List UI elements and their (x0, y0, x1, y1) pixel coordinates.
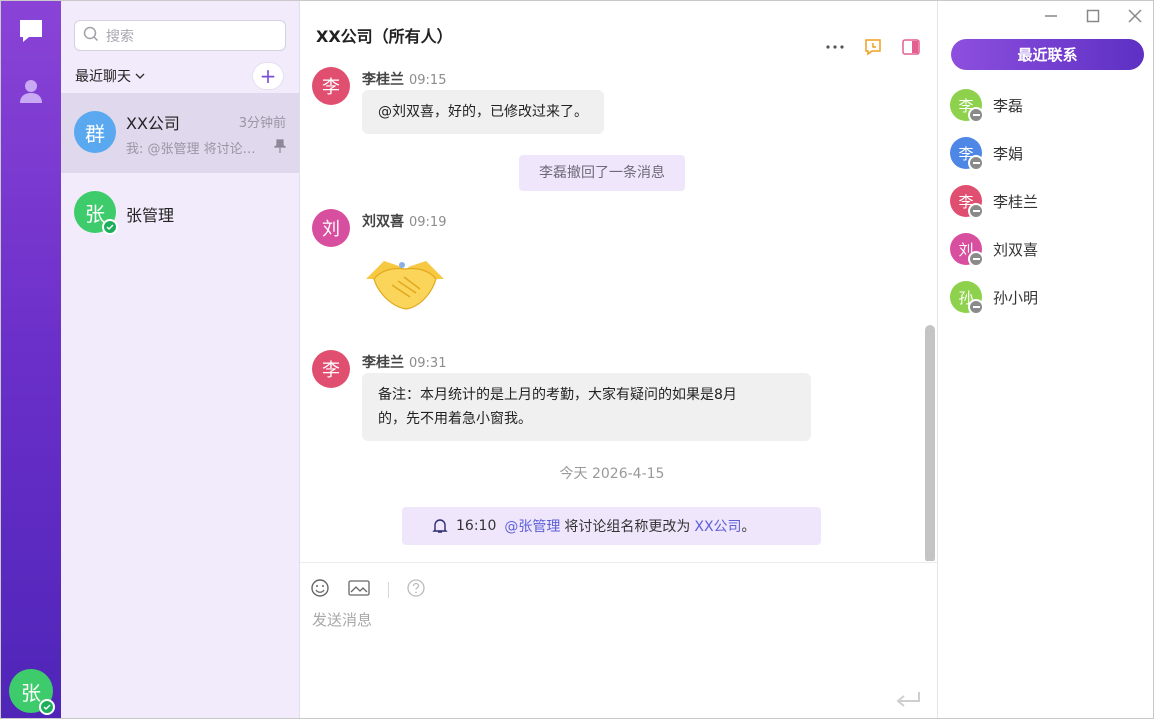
contact-name: 李娟 (993, 145, 1024, 163)
contact-item[interactable]: 李 李桂兰 (950, 185, 1140, 221)
user-avatar: 张 (74, 191, 118, 235)
notice-action: 将讨论组名称更改为 (564, 519, 691, 535)
avatar-text: 刘 (322, 219, 340, 240)
group-avatar: 群 (74, 111, 116, 153)
conversation-list: 搜索 最近聊天 + 群 XX公司 3分钟前 我: @张管理 将讨论组名称更改为 … (61, 1, 300, 718)
side-panel-icon[interactable] (901, 37, 921, 57)
message-line: 备注：本月统计的是上月的考勤，大家有疑问的如果是8月 (378, 387, 737, 403)
sender-name: 刘双喜 (362, 214, 404, 230)
avatar-text: 群 (85, 121, 105, 146)
app-window: 张 搜索 最近聊天 + 群 XX公司 3分钟前 我: @张管理 将讨论组名称更改… (0, 0, 1154, 719)
close-icon[interactable] (1128, 9, 1142, 27)
contact-item[interactable]: 李 李磊 (950, 89, 1140, 125)
busy-status-icon (968, 155, 984, 171)
online-check-icon (102, 219, 118, 235)
add-chat-button[interactable]: + (252, 62, 284, 90)
chat-bubble-icon[interactable] (17, 17, 45, 45)
message-bubble[interactable]: 备注：本月统计的是上月的考勤，大家有疑问的如果是8月 的，先不用着急小窗我。 (362, 373, 811, 441)
chat-toolbar (825, 37, 921, 57)
conversation-name: 张管理 (126, 206, 175, 225)
online-check-icon (39, 699, 55, 715)
search-box[interactable]: 搜索 (74, 20, 286, 51)
sender-avatar[interactable]: 李 (312, 67, 350, 105)
contact-item[interactable]: 李 李娟 (950, 137, 1140, 173)
contact-name: 孙小明 (993, 289, 1039, 307)
recent-chats-dropdown[interactable]: 最近聊天 (75, 66, 145, 86)
plus-icon: + (259, 64, 277, 88)
image-icon[interactable] (348, 579, 370, 601)
message-line: 的，先不用着急小窗我。 (378, 411, 532, 427)
busy-status-icon (968, 107, 984, 123)
nav-rail: 张 (1, 1, 61, 718)
contact-item[interactable]: 刘 刘双喜 (950, 233, 1140, 269)
date-divider: 今天 2026-4-15 (559, 466, 665, 482)
search-input[interactable]: 搜索 (106, 26, 134, 46)
group-notice: 16:10 @张管理 将讨论组名称更改为 XX公司。 (402, 507, 821, 545)
conversation-preview: 我: @张管理 将讨论组名称更改为 XX公司。 (126, 142, 266, 157)
conversation-item[interactable]: 群 XX公司 3分钟前 我: @张管理 将讨论组名称更改为 XX公司。 (61, 93, 299, 173)
search-icon (83, 26, 99, 46)
contact-name: 李磊 (993, 97, 1024, 115)
conversation-item[interactable]: 张 张管理 (61, 173, 299, 253)
minimize-icon[interactable] (1044, 9, 1058, 27)
history-icon[interactable] (863, 37, 883, 57)
chat-panel: XX公司（所有人） 李 李桂兰 09:15 @刘双喜，好的，已修改过来了。 李磊撤… (300, 1, 937, 718)
message-time: 09:15 (409, 73, 447, 88)
conversation-name: XX公司 (126, 114, 180, 133)
message-meta: 李桂兰 09:15 (362, 69, 446, 89)
contact-name: 李桂兰 (993, 193, 1039, 211)
composer-toolbar (310, 578, 425, 602)
toolbar-divider (388, 582, 389, 598)
sender-name: 李桂兰 (362, 355, 404, 371)
busy-status-icon (968, 299, 984, 315)
help-icon[interactable] (407, 579, 425, 601)
avatar-text: 李 (322, 360, 340, 381)
system-message: 李磊撤回了一条消息 (519, 155, 685, 191)
chat-title: XX公司（所有人） (316, 27, 453, 46)
notice-time: 16:10 (456, 518, 497, 534)
maximize-icon[interactable] (1086, 9, 1100, 27)
message-bubble[interactable]: @刘双喜，好的，已修改过来了。 (362, 90, 604, 134)
notice-mention[interactable]: @张管理 (504, 516, 560, 536)
sender-avatar[interactable]: 刘 (312, 209, 350, 247)
composer: 发送消息 (300, 562, 937, 718)
more-icon[interactable] (825, 37, 845, 57)
handshake-sticker[interactable] (362, 249, 448, 323)
busy-status-icon (968, 251, 984, 267)
send-enter-icon[interactable] (895, 691, 921, 709)
contact-name: 刘双喜 (993, 241, 1039, 259)
avatar-text: 李 (322, 77, 340, 98)
message-time: 09:31 (409, 356, 447, 371)
recent-contacts-button[interactable]: 最近联系 (951, 39, 1144, 70)
chevron-down-icon (135, 73, 145, 79)
conversation-time: 3分钟前 (238, 116, 286, 131)
message-time: 09:19 (409, 215, 447, 230)
message-scrollbar[interactable] (925, 325, 935, 561)
my-avatar[interactable]: 张 (9, 669, 55, 715)
my-avatar-text: 张 (21, 680, 41, 705)
emoji-icon[interactable] (310, 578, 330, 602)
recent-contacts-panel: 最近联系 李 李磊 李 李娟 李 李桂兰 刘 刘双喜 孙 孙小明 (937, 1, 1153, 718)
message-meta: 李桂兰 09:31 (362, 352, 446, 372)
person-icon[interactable] (17, 77, 45, 105)
message-input[interactable]: 发送消息 (312, 609, 372, 630)
message-meta: 刘双喜 09:19 (362, 211, 446, 231)
contact-item[interactable]: 孙 孙小明 (950, 281, 1140, 317)
message-list: 李 李桂兰 09:15 @刘双喜，好的，已修改过来了。 李磊撤回了一条消息 刘 刘… (300, 63, 937, 561)
sender-name: 李桂兰 (362, 72, 404, 88)
sender-avatar[interactable]: 李 (312, 350, 350, 388)
bell-icon (432, 519, 448, 533)
pin-icon (274, 139, 286, 153)
window-controls (1044, 9, 1142, 27)
notice-end: 。 (741, 519, 756, 535)
notice-target[interactable]: XX公司 (694, 519, 741, 535)
recent-chats-label: 最近聊天 (75, 69, 131, 85)
busy-status-icon (968, 203, 984, 219)
